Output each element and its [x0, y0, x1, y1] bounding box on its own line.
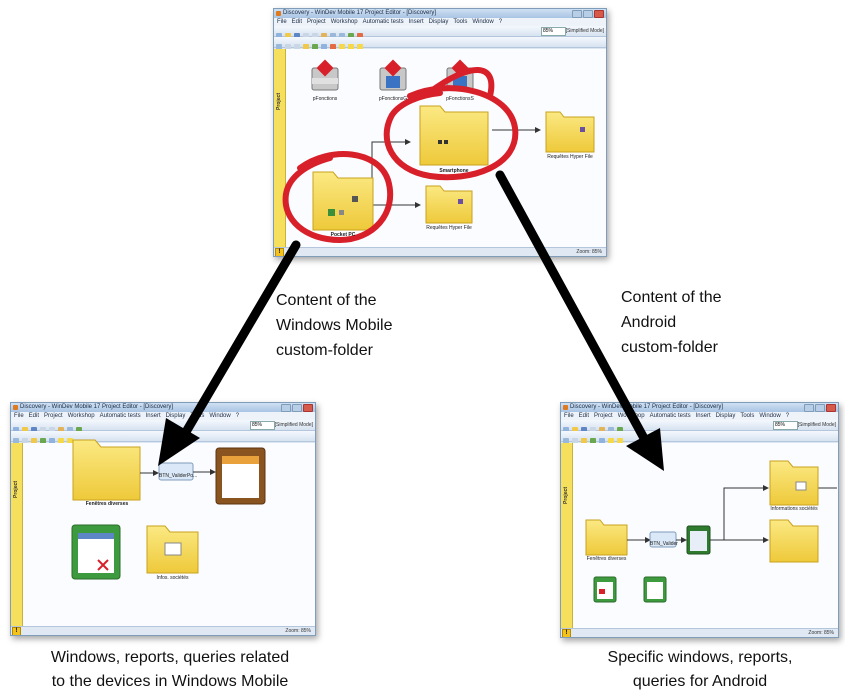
folder-icon[interactable] — [146, 525, 199, 574]
callout-line: custom-folder — [621, 339, 718, 356]
folder-label-pocket-pc: Pocket PC — [330, 232, 356, 238]
report-icon[interactable] — [71, 524, 121, 580]
folder-icon[interactable] — [425, 185, 473, 224]
folder-label-queries: Requêtes Hyper File — [547, 154, 593, 160]
caption-line: Specific windows, reports, — [607, 649, 793, 666]
class-icon[interactable] — [311, 59, 339, 91]
caption-line: to the devices in Windows Mobile — [51, 673, 289, 690]
folder-icon[interactable] — [419, 105, 489, 166]
callout-android: Content of the Android custom-folder — [621, 285, 722, 360]
connector-line — [371, 195, 421, 208]
class-label: pFonctions — [312, 96, 338, 102]
folder-label: Infos. sociétés — [156, 575, 189, 581]
callout-windows-mobile: Content of the Windows Mobile custom-fol… — [276, 288, 392, 363]
callout-line: Windows Mobile — [276, 317, 393, 334]
caption-windows-mobile: Windows, reports, queries related to the… — [20, 646, 320, 694]
button-node-label: BTN_ValiderPo... — [159, 473, 198, 479]
folder-icon[interactable] — [72, 439, 141, 501]
report-icon[interactable] — [593, 576, 617, 603]
folder-icon[interactable] — [545, 111, 595, 153]
folder-icon[interactable] — [585, 519, 628, 556]
class-icon[interactable] — [379, 59, 407, 91]
connector-line — [710, 485, 769, 541]
folder-label-queries: Requêtes Hyper File — [426, 225, 472, 231]
caption-android: Specific windows, reports, queries for A… — [565, 646, 835, 694]
button-node-label: BTN_Valider — [650, 541, 678, 547]
callout-line: Content of the — [621, 289, 722, 306]
caption-line: queries for Android — [632, 673, 768, 690]
caption-line: Windows, reports, queries related — [50, 649, 290, 666]
callout-line: Android — [621, 314, 677, 331]
report-icon[interactable] — [643, 576, 667, 603]
folder-icon[interactable] — [312, 171, 374, 231]
callout-line: custom-folder — [276, 342, 373, 359]
class-label: pFonctionsS — [446, 96, 474, 102]
window-thumbnail-icon[interactable] — [686, 525, 711, 555]
folder-label: Fenêtres diverses — [85, 501, 129, 507]
window-thumbnail-icon[interactable] — [215, 447, 266, 505]
folder-label: Informations sociétés — [770, 506, 818, 512]
folder-icon[interactable] — [769, 460, 819, 506]
folder-icon[interactable] — [769, 519, 819, 563]
class-label: pFonctionsG — [378, 96, 408, 102]
folder-label-smartphone: Smartphone — [439, 168, 469, 174]
callout-line: Content of the — [276, 292, 377, 309]
folder-label: Fenêtres diverses — [586, 556, 627, 562]
